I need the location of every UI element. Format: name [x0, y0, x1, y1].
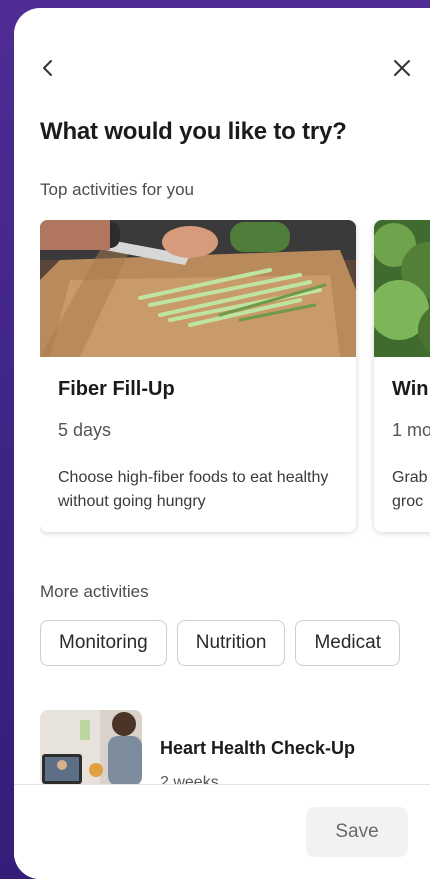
close-icon: [394, 60, 410, 76]
card-title: Win: [392, 378, 429, 400]
top-bar: [14, 8, 430, 108]
close-button[interactable]: [388, 54, 416, 82]
activity-card[interactable]: Fiber Fill-Up 5 days Choose high-fiber f…: [40, 220, 356, 532]
page-title: What would you like to try?: [40, 118, 347, 145]
top-activities-label: Top activities for you: [40, 180, 195, 199]
activity-carousel[interactable]: Fiber Fill-Up 5 days Choose high-fiber f…: [40, 220, 430, 546]
activity-sheet: What would you like to try? Top activiti…: [14, 8, 430, 879]
card-title: Fiber Fill-Up: [58, 378, 175, 400]
leafy-greens-photo: [374, 220, 430, 357]
card-description: Choose high-fiber foods to eat healthy w…: [58, 469, 329, 510]
telehealth-video-call-photo: [40, 710, 142, 786]
chip-medication[interactable]: Medicat: [295, 620, 400, 666]
card-duration: 5 days: [58, 420, 112, 440]
chip-nutrition[interactable]: Nutrition: [176, 620, 286, 666]
activity-filter-chips: Monitoring Nutrition Medicat: [40, 620, 430, 670]
activity-card[interactable]: Win 1 mo Grab groc: [374, 220, 430, 532]
chip-monitoring[interactable]: Monitoring: [40, 620, 167, 666]
save-button[interactable]: Save: [306, 807, 408, 857]
card-description: Grab groc: [392, 469, 428, 510]
list-item-title: Heart Health Check-Up: [160, 738, 356, 758]
more-activities-label: More activities: [40, 582, 149, 601]
cutting-vegetables-photo: [40, 220, 356, 357]
footer-bar: Save: [14, 784, 430, 879]
card-duration: 1 mo: [392, 420, 430, 440]
chevron-left-icon: [43, 60, 52, 76]
back-button[interactable]: [34, 54, 62, 82]
list-item[interactable]: Heart Health Check-Up 2 weeks: [40, 710, 430, 791]
